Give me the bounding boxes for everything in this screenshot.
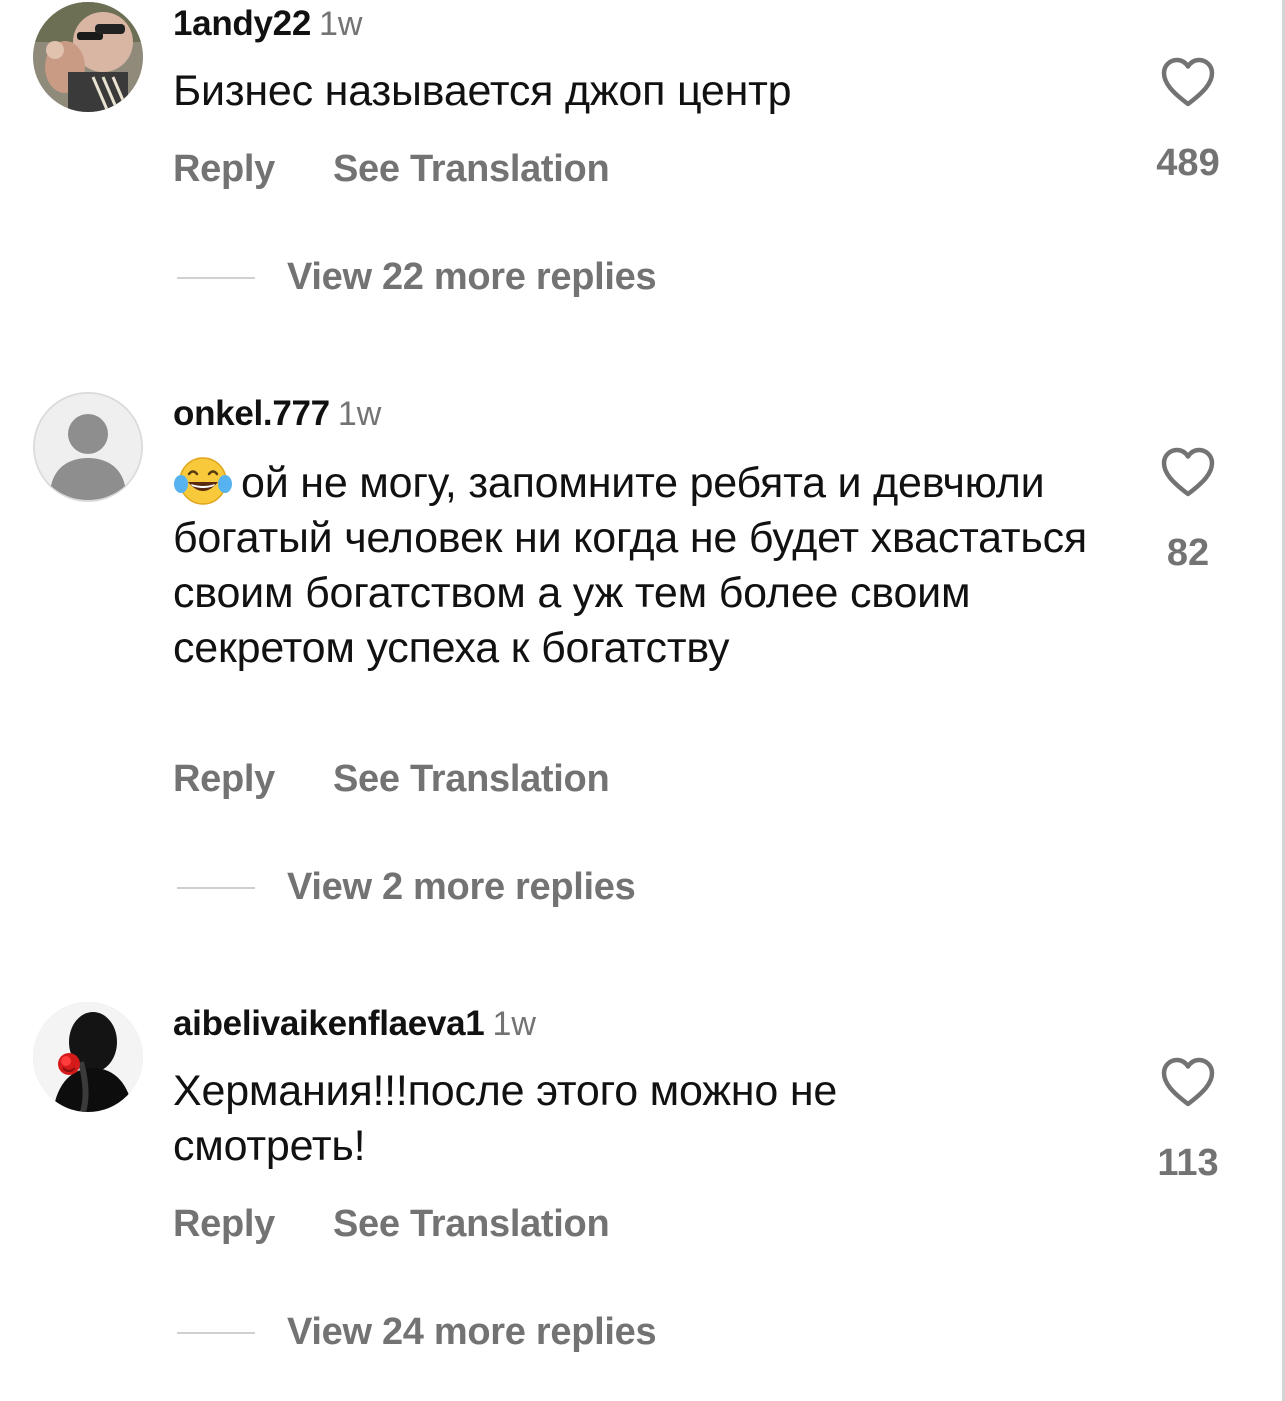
- tears-of-joy-emoji-icon: [173, 454, 233, 506]
- comment-header: aibelivaikenflaeva1 1w: [173, 1004, 536, 1044]
- like-count: 489: [1156, 142, 1220, 184]
- heart-icon[interactable]: [1160, 1056, 1216, 1108]
- comment-text: ой не могу, запомните ребята и девчюли б…: [173, 454, 1113, 676]
- view-replies-button[interactable]: View 24 more replies: [177, 1311, 657, 1354]
- view-replies-button[interactable]: View 2 more replies: [177, 866, 636, 909]
- comment-actions: Reply See Translation: [173, 148, 610, 191]
- dark-photo-avatar-with-red-rose-icon: [33, 1002, 143, 1112]
- reply-button[interactable]: Reply: [173, 1203, 275, 1246]
- like-group: 489: [1148, 56, 1228, 185]
- comment-text-content: ой не могу, запомните ребята и девчюли б…: [173, 459, 1087, 672]
- view-replies-label: View 22 more replies: [287, 256, 657, 298]
- comment-item: 1andy22 1w Бизнес называется джоп центр R…: [0, 0, 1282, 320]
- heart-icon[interactable]: [1160, 446, 1216, 498]
- avatar[interactable]: [33, 1002, 143, 1112]
- comment-header: 1andy22 1w: [173, 4, 362, 44]
- comments-panel: 1andy22 1w Бизнес называется джоп центр R…: [0, 0, 1285, 1401]
- like-group: 113: [1148, 1056, 1228, 1185]
- username[interactable]: aibelivaikenflaeva1: [173, 1004, 485, 1043]
- replies-divider: [177, 276, 255, 279]
- comment-actions: Reply See Translation: [173, 1203, 610, 1246]
- comment-actions: Reply See Translation: [173, 758, 610, 801]
- like-count: 113: [1157, 1142, 1219, 1184]
- view-replies-button[interactable]: View 22 more replies: [177, 256, 657, 299]
- like-group: 82: [1148, 446, 1228, 575]
- comment-item: aibelivaikenflaeva1 1w Хермания!!!после э…: [0, 1000, 1282, 1400]
- user-photo-avatar-icon: [33, 2, 143, 112]
- reply-button[interactable]: Reply: [173, 758, 275, 801]
- view-replies-label: View 24 more replies: [287, 1311, 657, 1353]
- like-count: 82: [1166, 532, 1210, 574]
- comment-header: onkel.777 1w: [173, 394, 381, 434]
- avatar[interactable]: [33, 392, 143, 502]
- username[interactable]: onkel.777: [173, 394, 330, 433]
- comment-text: Хермания!!!после этого можно не смотреть…: [173, 1067, 838, 1170]
- timestamp: 1w: [337, 395, 382, 433]
- replies-divider: [177, 886, 255, 889]
- username[interactable]: 1andy22: [173, 4, 311, 43]
- avatar[interactable]: [33, 2, 143, 112]
- see-translation-button[interactable]: See Translation: [333, 758, 610, 801]
- comment-text: Бизнес называется джоп центр: [173, 67, 792, 115]
- see-translation-button[interactable]: See Translation: [333, 148, 610, 191]
- reply-button[interactable]: Reply: [173, 148, 275, 191]
- timestamp: 1w: [492, 1005, 536, 1043]
- default-person-avatar-icon: [33, 392, 143, 502]
- comment-item: onkel.777 1w ой не могу, запомните ребята…: [0, 390, 1282, 930]
- see-translation-button[interactable]: See Translation: [333, 1203, 610, 1246]
- replies-divider: [177, 1331, 255, 1334]
- view-replies-label: View 2 more replies: [287, 866, 636, 908]
- heart-icon[interactable]: [1160, 56, 1216, 108]
- timestamp: 1w: [319, 5, 363, 43]
